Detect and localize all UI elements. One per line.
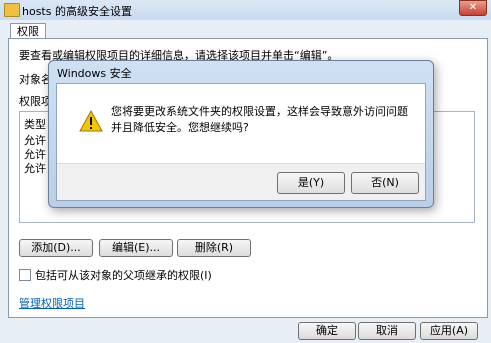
yes-button[interactable]: 是(Y) xyxy=(277,172,345,194)
add-button[interactable]: 添加(D)... xyxy=(19,239,93,257)
list-header-type[interactable]: 类型 xyxy=(24,116,46,132)
delete-button[interactable]: 删除(R) xyxy=(177,239,251,257)
cancel-button[interactable]: 取消 xyxy=(358,322,416,340)
no-button[interactable]: 否(N) xyxy=(351,172,419,194)
inherit-checkbox[interactable] xyxy=(19,269,31,281)
edit-button[interactable]: 编辑(E)... xyxy=(99,239,173,257)
apply-button[interactable]: 应用(A) xyxy=(420,322,478,340)
dialog-message: 您将要更改系统文件夹的权限设置，这样会导致意外访问问题并且降低安全。您想继续吗? xyxy=(111,105,408,134)
windows-security-dialog: Windows 安全 您将要更改系统文件夹的权限设置，这样会导致意外访问问题并且… xyxy=(48,60,434,208)
window-title: hosts 的高级安全设置 xyxy=(22,5,132,18)
close-button[interactable]: ✕ xyxy=(459,0,487,16)
dialog-footer: 是(Y) 否(N) xyxy=(57,163,425,200)
ok-button[interactable]: 确定 xyxy=(298,322,356,340)
warning-icon xyxy=(79,110,103,132)
list-item[interactable]: 允许 xyxy=(24,160,46,176)
dialog-body: 您将要更改系统文件夹的权限设置，这样会导致意外访问问题并且降低安全。您想继续吗?… xyxy=(56,83,426,201)
dialog-title: Windows 安全 xyxy=(57,67,132,80)
folder-icon xyxy=(4,3,20,17)
title-bar[interactable]: hosts 的高级安全设置 ✕ xyxy=(0,0,491,20)
inherit-label: 包括可从该对象的父项继承的权限(I) xyxy=(35,269,212,282)
manage-permissions-link[interactable]: 管理权限项目 xyxy=(19,295,85,311)
